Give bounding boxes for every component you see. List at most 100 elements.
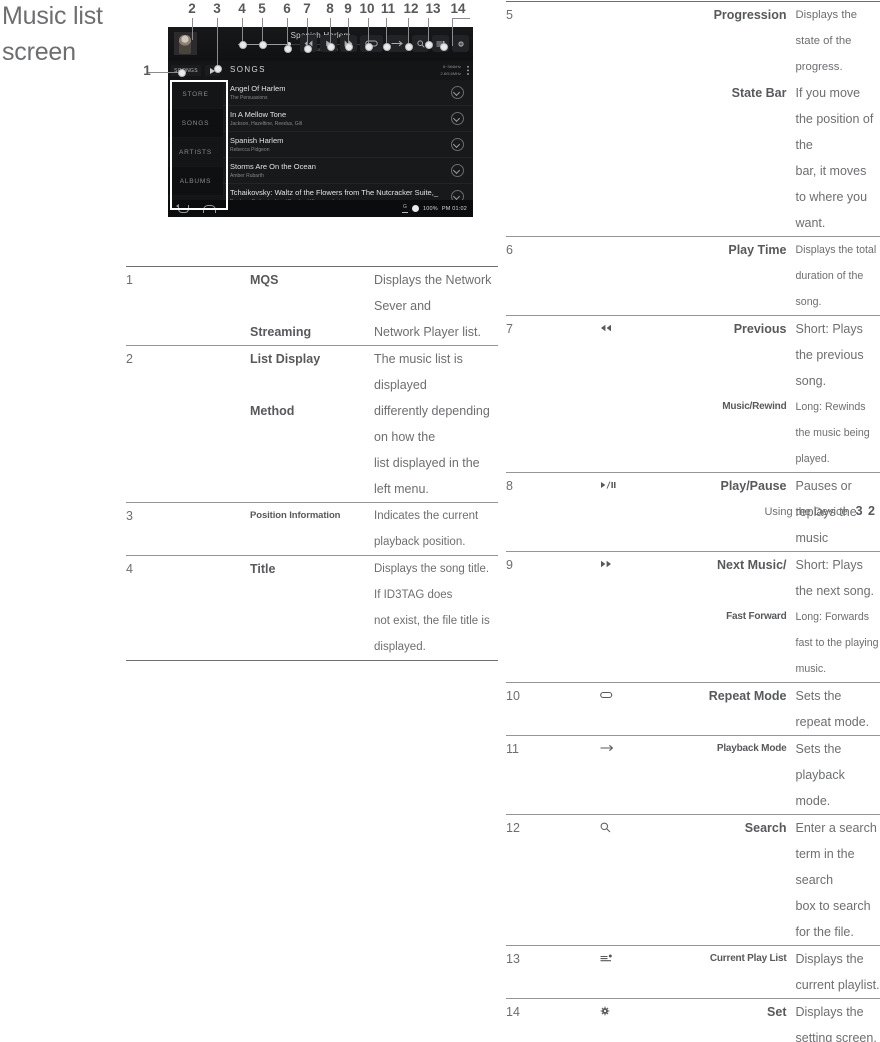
song-artist: The Persuasions [230,94,473,102]
callout-number: 10 [357,1,377,16]
callout-number: 9 [340,1,356,16]
list-item[interactable]: Spanish Harlem Rebecca Pidgeon [223,132,473,158]
page-title: Music list screen [2,0,167,70]
sample-rate-line-2: 2.8/5.6MHz [441,70,461,77]
status-bar: G 100% PM 01:02 [402,204,467,213]
row-label [693,158,787,237]
row-number: 3 [126,503,250,556]
callout-number: 2 [184,1,200,16]
row-label: Method [250,398,374,450]
row-desc: Short: Plays the next song. [787,552,880,605]
row-desc: Displays the song title. If ID3TAG does [374,556,498,609]
song-list: Angel Of Harlem The Persuasions In A Mel… [223,80,473,200]
song-title: Spanish Harlem [230,135,473,146]
album-art [174,32,197,55]
row-number: 12 [506,815,600,946]
row-label: List Display [250,346,374,399]
row-desc: Displays the current playlist. [787,946,880,999]
row-label: Next Music/ [693,552,787,605]
footer-chapter: Using the Device [764,506,847,518]
row-desc: bar, it moves to where you want. [787,158,880,237]
table-row: 14 Set Displays the setting screen. [506,999,880,1042]
row-label: Title [250,556,374,609]
sd-card-icon: G [402,204,408,213]
play-pause-button[interactable] [320,35,337,52]
settings-button[interactable] [452,35,469,52]
sidebar-item-store[interactable]: STORE [168,80,223,109]
current-play-list-button[interactable] [432,35,449,52]
home-icon[interactable] [203,205,216,213]
row-icon [600,2,694,237]
row-label: Set [693,999,787,1042]
progress-handle[interactable] [287,42,291,46]
table-row: 13 Current Play List Displays the curren… [506,946,880,999]
callout-number: 6 [279,1,295,16]
list-play-button[interactable] [205,65,219,76]
next-icon [600,552,694,683]
row-label: Current Play List [693,946,787,999]
chevron-down-icon[interactable] [451,112,464,125]
sample-rate-line-1: 8~384kHz [441,63,461,70]
callout-number: 14 [448,1,468,16]
back-icon[interactable] [178,205,189,213]
callout-number: 13 [423,1,443,16]
playlist-icon [600,946,694,999]
row-desc: If you move the position of the [787,80,880,158]
sidebar-item-songs[interactable]: SONGS [168,109,223,138]
song-title: Angel Of Harlem [230,83,473,94]
row-number: 2 [126,346,250,503]
manual-page: Music list screen 2 3 4 5 6 7 8 9 10 11 … [0,0,880,521]
row-desc: Long: Forwards fast to the playing music… [787,604,880,683]
table-row: 10 Repeat Mode Sets the repeat mode. [506,683,880,736]
chevron-down-icon[interactable] [451,138,464,151]
battery-icon [412,205,419,212]
song-title: In A Mellow Tone [230,109,473,120]
row-label: Previous [693,316,787,395]
list-item[interactable]: Angel Of Harlem The Persuasions [223,80,473,106]
sample-rate-info: 8~384kHz 2.8/5.6MHz [441,63,461,77]
song-title: Storms Are On the Ocean [230,161,473,172]
playback-mode-button[interactable] [386,35,409,52]
sidebar-item-artists[interactable]: ARTISTS [168,138,223,167]
prev-icon [600,316,694,473]
callout-number: 12 [401,1,421,16]
row-desc: Sets the playback mode. [787,736,880,815]
row-desc: Network Player list. [374,319,498,346]
table-row: 2 List Display The music list is display… [126,346,498,399]
row-label: Streaming [250,319,374,346]
list-item[interactable]: Storms Are On the Ocean Amber Rubarth [223,158,473,184]
song-title: Tchaikovsky: Waltz of the Flowers from T… [230,187,473,198]
callout-number: 3 [209,1,225,16]
row-label: Playback Mode [693,736,787,815]
table-row: 6 Play Time Displays the total duration … [506,237,880,316]
callout-number: 8 [322,1,338,16]
list-overflow-icon[interactable] [467,65,469,76]
sidebar-item-albums[interactable]: ALBUMS [168,167,223,196]
callout-number: 4 [234,1,250,16]
chevron-down-icon[interactable] [451,164,464,177]
table-row: 9 Next Music/ Short: Plays the next song… [506,552,880,605]
row-number: 14 [506,999,600,1042]
list-item[interactable]: In A Mellow Tone Jackson, Hazeltine, Ree… [223,106,473,132]
search-button[interactable] [412,35,429,52]
row-desc: Enter a search term in the search [787,815,880,894]
row-desc: Displays the state of the progress. [787,2,880,80]
repeat-mode-button[interactable] [360,35,383,52]
previous-button[interactable] [300,35,317,52]
clock: PM 01:02 [442,206,467,212]
song-artist: Rebecca Pidgeon [230,146,473,154]
row-desc: Short: Plays the previous song. [787,316,880,395]
row-desc: differently depending on how the [374,398,498,450]
table-row: 5 Progression Displays the state of the … [506,2,880,80]
chevron-down-icon[interactable] [451,86,464,99]
next-button[interactable] [340,35,357,52]
row-number: 4 [126,556,250,661]
row-label: Play Time [693,237,787,316]
table-row: 12 Search Enter a search term in the sea… [506,815,880,894]
mqs-streaming-button[interactable]: SOONGS [171,65,201,76]
row-label: Repeat Mode [693,683,787,736]
device-screenshot: Spanish Harlem Rebecca Pidgeon [168,27,473,217]
row-label: State Bar [693,80,787,158]
player-controls [300,31,469,56]
arrow-right-icon [600,736,694,815]
